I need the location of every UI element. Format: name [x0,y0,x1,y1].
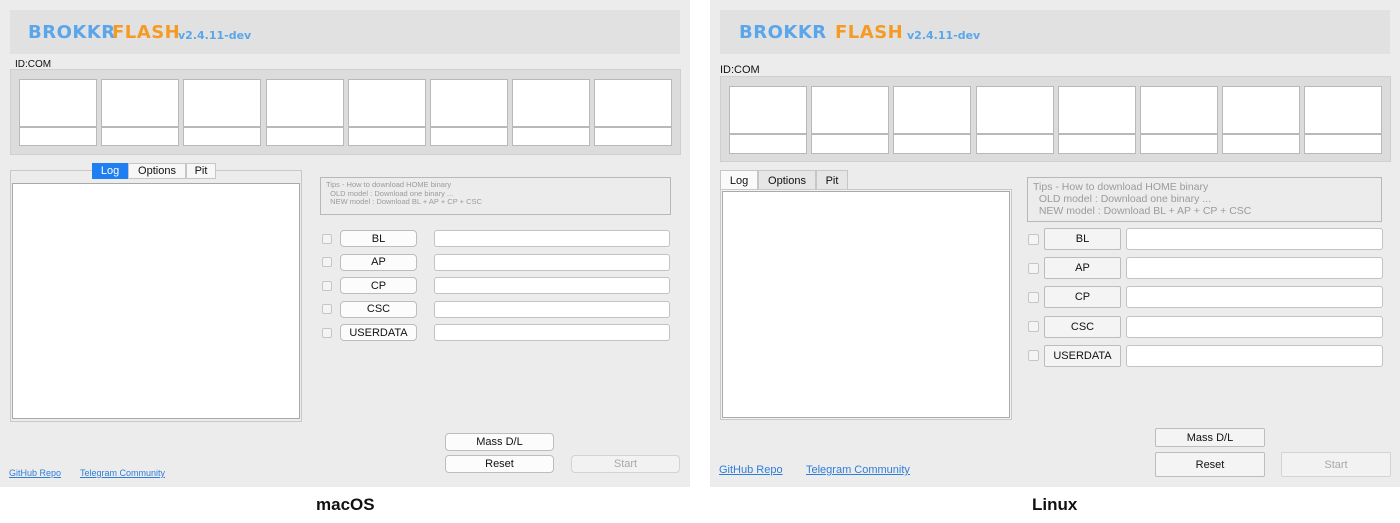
com-port-field [594,127,673,146]
caption-linux: Linux [1032,495,1078,514]
log-textarea[interactable] [12,183,300,419]
com-port-field [347,127,426,146]
com-port-field [893,134,972,154]
com-port-slot [811,86,890,134]
start-button[interactable]: Start [1281,452,1391,477]
userdata-path-field[interactable] [434,324,670,341]
checkbox-csc[interactable] [1028,321,1039,333]
cp-button[interactable]: CP [340,277,417,294]
checkbox-bl[interactable] [322,233,332,244]
bl-path-field[interactable] [434,230,670,247]
checkbox-cp[interactable] [322,280,332,291]
tab-bar: Log Options Pit [720,170,848,190]
com-port-field [183,127,262,146]
app-header: BROKKR FLASH v2.4.11-dev [10,10,680,54]
com-port-field [265,127,344,146]
com-port-field [1222,134,1301,154]
macos-window: BROKKR FLASH v2.4.11-dev ID:COM Log Opti… [0,0,690,487]
bl-path-field[interactable] [1126,228,1383,250]
com-port-field [1057,134,1136,154]
log-textarea[interactable] [722,191,1010,418]
com-port-slot [430,79,508,127]
brand-brokkr: BROKKR [739,22,827,43]
checkbox-ap[interactable] [1028,262,1039,274]
mass-dl-button[interactable]: Mass D/L [445,433,554,451]
csc-button[interactable]: CSC [340,300,417,318]
userdata-path-field[interactable] [1126,344,1383,367]
bl-button[interactable]: BL [340,230,417,247]
csc-button[interactable]: CSC [1044,315,1121,338]
bl-button[interactable]: BL [1044,228,1121,250]
com-port-slot [893,86,972,134]
checkbox-ap[interactable] [322,257,332,267]
userdata-button[interactable]: USERDATA [1044,344,1121,367]
csc-path-field[interactable] [1126,315,1383,338]
brand-brokkr: BROKKR [28,22,116,43]
checkbox-cp[interactable] [1028,291,1039,303]
ap-button[interactable]: AP [1044,257,1121,280]
cp-path-field[interactable] [434,277,670,294]
com-port-slot [1057,86,1136,134]
com-port-slot [1304,86,1383,134]
com-port-slot [594,79,673,127]
tab-pit[interactable]: Pit [816,170,848,190]
com-port-slot [101,79,180,127]
checkbox-csc[interactable] [322,304,332,314]
brand-flash: FLASH [835,22,904,43]
com-port-slot [1222,86,1301,134]
mass-dl-button[interactable]: Mass D/L [1155,428,1265,447]
com-port-slot [512,79,591,127]
tab-pit[interactable]: Pit [186,163,216,179]
id-com-label: ID:COM [720,64,760,76]
version-label: v2.4.11-dev [907,29,981,42]
reset-button[interactable]: Reset [1155,452,1265,477]
userdata-button[interactable]: USERDATA [340,324,417,341]
app-header: BROKKR FLASH v2.4.11-dev [720,10,1390,54]
cp-path-field[interactable] [1126,286,1383,309]
ap-path-field[interactable] [434,253,670,271]
checkbox-userdata[interactable] [1028,350,1039,362]
com-port-field [1304,134,1383,154]
tab-options[interactable]: Options [128,163,186,179]
caption-macos: macOS [316,495,375,514]
checkbox-bl[interactable] [1028,233,1039,245]
tab-options[interactable]: Options [758,170,816,190]
telegram-community-link[interactable]: Telegram Community [806,464,910,476]
com-port-field [430,127,508,146]
com-port-field [512,127,591,146]
github-repo-link[interactable]: GitHub Repo [719,464,783,476]
com-port-slot [1140,86,1218,134]
telegram-community-link[interactable]: Telegram Community [80,468,165,478]
com-port-field [19,127,97,146]
csc-path-field[interactable] [434,300,670,318]
com-port-slot [265,79,344,127]
cp-button[interactable]: CP [1044,286,1121,309]
tips-box: Tips - How to download HOME binary OLD m… [320,177,671,215]
com-port-field [975,134,1054,154]
reset-button[interactable]: Reset [445,455,554,473]
com-port-slot [729,86,807,134]
com-port-slot [19,79,97,127]
com-port-field [811,134,890,154]
tab-log[interactable]: Log [92,163,128,179]
tab-log[interactable]: Log [720,170,758,190]
tab-bar: Log Options Pit [92,163,216,179]
ap-button[interactable]: AP [340,253,417,271]
ap-path-field[interactable] [1126,257,1383,280]
com-port-slot [347,79,426,127]
start-button[interactable]: Start [571,455,680,473]
com-port-field [101,127,180,146]
tips-box: Tips - How to download HOME binary OLD m… [1027,177,1382,222]
com-port-field [729,134,807,154]
brand-flash: FLASH [112,22,181,43]
com-port-slot [183,79,262,127]
com-port-field [1140,134,1218,154]
github-repo-link[interactable]: GitHub Repo [9,468,61,478]
checkbox-userdata[interactable] [322,327,332,338]
com-port-slot [975,86,1054,134]
linux-window: BROKKR FLASH v2.4.11-dev ID:COM Log Opti… [710,0,1400,487]
version-label: v2.4.11-dev [178,29,252,42]
